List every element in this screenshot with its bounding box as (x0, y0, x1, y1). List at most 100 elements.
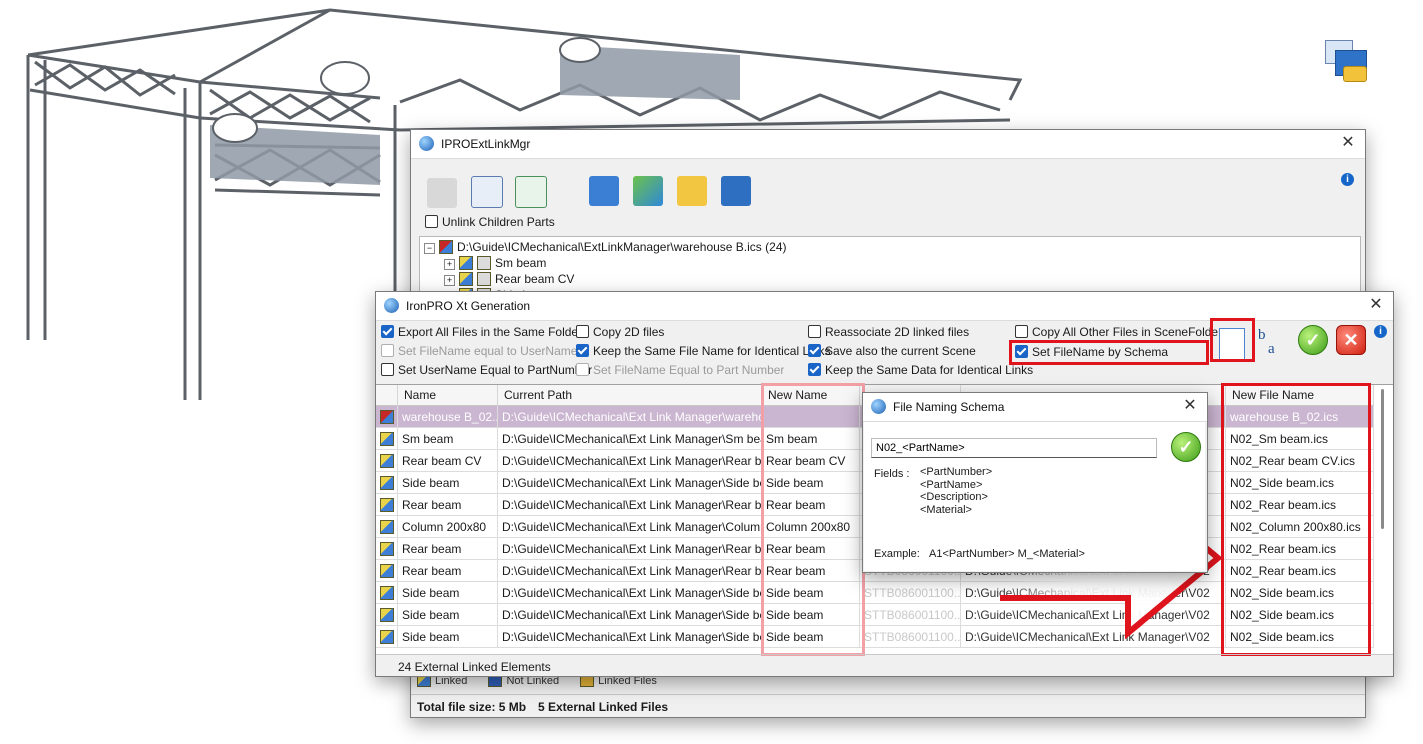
column-header-name[interactable]: Name (398, 385, 498, 406)
checkbox-box[interactable] (576, 344, 589, 357)
current-path-cell: D:\Guide\ICMechanical\Ext Link Manager\S… (498, 604, 762, 626)
set-username-partnumber-checkbox[interactable]: Set UserName Equal to PartNumber (381, 363, 592, 377)
xt-generation-title: IronPRO Xt Generation (406, 299, 531, 313)
schema-input[interactable] (871, 438, 1157, 458)
part-icon (380, 476, 394, 490)
info-icon[interactable]: i (1374, 325, 1387, 338)
apply-schema-check-icon[interactable]: ✓ (1171, 432, 1201, 462)
part-number-cell: STTB086001100... (860, 626, 961, 648)
checkbox-box[interactable] (808, 325, 821, 338)
unlink-children-box[interactable] (425, 215, 438, 228)
row-icon-cell (376, 494, 398, 516)
name-cell: Rear beam (398, 560, 498, 582)
keep-same-data-checkbox[interactable]: Keep the Same Data for Identical Links (808, 363, 1033, 377)
current-path-cell: D:\Guide\ICMechanical\Ext Link Manager\R… (498, 560, 762, 582)
row-icon-cell (376, 604, 398, 626)
checkbox-box[interactable] (576, 325, 589, 338)
save-list-icon[interactable] (589, 176, 619, 206)
app-icon (419, 136, 434, 151)
checkbox-label: Copy 2D files (593, 325, 665, 339)
field-material[interactable]: <Material> (920, 504, 992, 517)
checkbox-label: Keep the Same Data for Identical Links (825, 363, 1034, 377)
checklist-icon[interactable] (471, 176, 503, 208)
checkbox-box[interactable] (808, 363, 821, 376)
checkbox-box[interactable] (576, 363, 589, 376)
name-cell: Rear beam CV (398, 450, 498, 472)
copy-2d-checkbox[interactable]: Copy 2D files (576, 325, 664, 339)
collapse-icon[interactable]: − (424, 243, 435, 254)
save-all-icon[interactable] (721, 176, 751, 206)
assembly-icon (380, 410, 394, 424)
vertical-scrollbar[interactable] (1381, 389, 1384, 529)
grid-footer: 24 External Linked Elements (376, 654, 1393, 677)
checkbox-box[interactable] (381, 325, 394, 338)
part-icon (380, 586, 394, 600)
current-path-cell: D:\Guide\ICMechanical\Ext Link Manager\R… (498, 538, 762, 560)
field-part-number[interactable]: <PartNumber> (920, 466, 992, 479)
reassociate-2d-checkbox[interactable]: Reassociate 2D linked files (808, 325, 969, 339)
assembly-icon (439, 240, 453, 254)
unlink-children-checkbox[interactable]: Unlink Children Parts (425, 215, 555, 229)
info-icon[interactable]: i (1341, 173, 1354, 186)
save-current-scene-checkbox[interactable]: Save also the current Scene (808, 344, 976, 358)
linked-files-desktop-icon[interactable] (1325, 40, 1371, 82)
current-path-cell: D:\Guide\ICMechanical\Ext Link Manager\w… (498, 406, 762, 428)
expand-icon[interactable]: + (444, 259, 455, 270)
set-filename-partnumber-checkbox[interactable]: Set FileName Equal to Part Number (576, 363, 784, 377)
name-cell: Side beam (398, 626, 498, 648)
close-icon[interactable]: ✕ (1181, 397, 1199, 415)
part-icon (380, 630, 394, 644)
row-icon-cell (376, 560, 398, 582)
rename-ab-icon[interactable]: ba (1258, 328, 1284, 357)
unlink-children-label: Unlink Children Parts (442, 215, 555, 229)
part-icon (380, 542, 394, 556)
name-cell: Sm beam (398, 428, 498, 450)
checkbox-box[interactable] (1015, 325, 1028, 338)
name-cell: Rear beam (398, 494, 498, 516)
checklist-export-icon[interactable] (515, 176, 547, 208)
link-icon (477, 272, 491, 286)
fields-list: <PartNumber> <PartName> <Description> <M… (920, 466, 992, 516)
app-icon (384, 298, 399, 313)
sync-arrows-icon[interactable] (633, 176, 663, 206)
link-parts-icon[interactable] (427, 178, 457, 208)
ext-link-manager-titlebar: IPROExtLinkMgr ✕ (411, 130, 1365, 159)
schema-button-highlight (1210, 318, 1255, 362)
tree-item[interactable]: + Rear beam CV (444, 272, 574, 286)
part-icon (459, 272, 473, 286)
close-icon[interactable]: ✕ (1339, 134, 1357, 152)
field-part-name[interactable]: <PartName> (920, 479, 992, 492)
ext-link-manager-title: IPROExtLinkMgr (441, 137, 531, 151)
checkbox-box[interactable] (381, 363, 394, 376)
row-icon-cell (376, 516, 398, 538)
name-cell: Side beam (398, 604, 498, 626)
part-icon (380, 498, 394, 512)
checkbox-box[interactable] (808, 344, 821, 357)
part-number-cell: STTB086001100... (860, 604, 961, 626)
column-header-current-path[interactable]: Current Path (498, 385, 762, 406)
name-cell: Rear beam (398, 538, 498, 560)
field-description[interactable]: <Description> (920, 491, 992, 504)
tree-root-label: D:\Guide\ICMechanical\ExtLinkManager\war… (457, 240, 787, 254)
tree-root[interactable]: − D:\Guide\ICMechanical\ExtLinkManager\wa… (424, 240, 786, 254)
cancel-x-icon[interactable]: ✕ (1336, 325, 1366, 355)
current-path-cell: D:\Guide\ICMechanical\Ext Link Manager\R… (498, 494, 762, 516)
tree-item[interactable]: + Sm beam (444, 256, 546, 270)
set-filename-username-checkbox[interactable]: Set FileName equal to UserName (381, 344, 577, 358)
ok-check-icon[interactable]: ✓ (1298, 325, 1328, 355)
close-icon[interactable]: ✕ (1367, 296, 1385, 314)
copy-other-files-checkbox[interactable]: Copy All Other Files in SceneFolder (1015, 325, 1222, 339)
keep-same-filename-checkbox[interactable]: Keep the Same File Name for Identical Li… (576, 344, 830, 358)
export-all-same-folder-checkbox[interactable]: Export All Files in the Same Folder (381, 325, 582, 339)
row-icon-cell (376, 472, 398, 494)
app-icon (871, 399, 886, 414)
open-folder-link-icon[interactable] (677, 176, 707, 206)
schema-title: File Naming Schema (893, 400, 1005, 414)
column-header[interactable] (376, 385, 398, 406)
name-cell: Side beam (398, 582, 498, 604)
expand-icon[interactable]: + (444, 275, 455, 286)
row-icon-cell (376, 406, 398, 428)
checkbox-box[interactable] (381, 344, 394, 357)
name-cell: Side beam (398, 472, 498, 494)
current-path-cell: D:\Guide\ICMechanical\Ext Link Manager\S… (498, 472, 762, 494)
